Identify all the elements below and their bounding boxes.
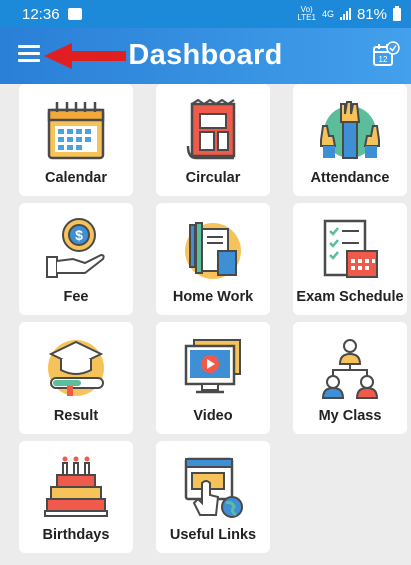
tile-label: Circular (185, 170, 241, 186)
tile-label: Attendance (310, 170, 390, 186)
tile-label: My Class (318, 408, 382, 424)
tile-label: Home Work (172, 289, 254, 305)
attendance-icon (320, 101, 380, 159)
status-time: 12:36 (22, 5, 60, 23)
tile-useful-links[interactable]: Useful Links (156, 441, 270, 553)
tile-label: Calendar (44, 170, 108, 186)
calendar-icon (47, 102, 105, 160)
tile-video[interactable]: Video (156, 322, 270, 434)
tile-exam-schedule[interactable]: Exam Schedule (293, 203, 407, 315)
tile-label: Result (53, 408, 99, 424)
exam-schedule-icon (323, 219, 378, 278)
signal-type: 4G (321, 9, 334, 19)
tile-my-class[interactable]: My Class (293, 322, 407, 434)
svg-text:$: $ (75, 227, 83, 243)
tile-calendar[interactable]: Calendar (19, 84, 133, 196)
birthdays-icon (44, 456, 108, 517)
message-notification-icon (67, 8, 82, 20)
tile-home-work[interactable]: Home Work (156, 203, 270, 315)
homework-icon (185, 222, 241, 279)
result-icon (48, 340, 104, 396)
menu-icon[interactable] (18, 45, 40, 63)
tile-label: Fee (63, 289, 89, 305)
tile-circular[interactable]: Circular (156, 84, 270, 196)
svg-text:12: 12 (379, 55, 388, 64)
tile-label: Exam Schedule (296, 289, 404, 305)
my-class-icon (321, 339, 379, 399)
useful-links-icon (184, 457, 243, 518)
battery-icon (393, 5, 401, 21)
tile-birthdays[interactable]: Birthdays (19, 441, 133, 553)
lte-label: LTE1 (297, 13, 316, 22)
circular-icon (186, 98, 236, 160)
signal-icon (339, 8, 351, 20)
tile-attendance[interactable]: Attendance (293, 84, 407, 196)
arrow-icon (44, 43, 126, 69)
tile-label: Useful Links (169, 527, 257, 543)
tile-label: Birthdays (42, 527, 110, 543)
status-bar: 12:36 Vo) LTE1 4G 81% (0, 0, 411, 28)
battery-percent: 81% (356, 5, 387, 23)
tile-result[interactable]: Result (19, 322, 133, 434)
tile-label: Video (193, 408, 233, 424)
tile-fee[interactable]: $ Fee (19, 203, 133, 315)
network-indicator: Vo) LTE1 (297, 6, 316, 22)
app-bar: Dashboard 12 (0, 28, 411, 84)
calendar-check-icon[interactable]: 12 (371, 40, 401, 70)
video-icon (184, 339, 241, 394)
fee-icon: $ (46, 218, 105, 278)
